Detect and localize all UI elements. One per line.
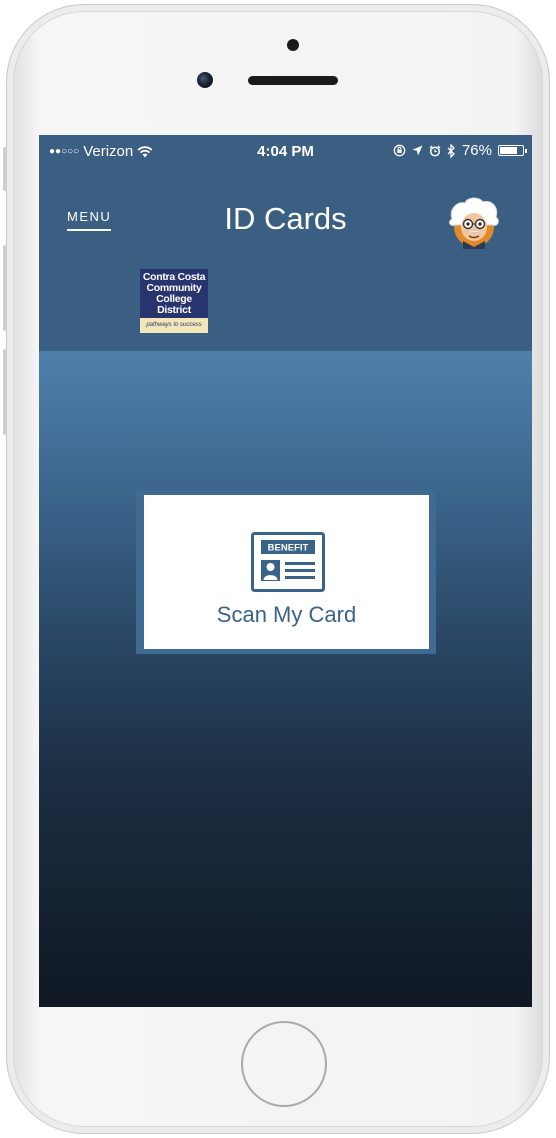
status-right: 76% [393, 142, 527, 159]
app-header: ●●○○○ Verizon 4:04 PM 76% MENU ID Cards … [39, 135, 532, 351]
college-district-logo: Contra Costa Community College District … [140, 269, 208, 333]
einstein-avatar-icon[interactable] [443, 193, 505, 249]
battery-icon [498, 145, 527, 156]
battery-tip [525, 149, 527, 153]
battery-percent: 76% [461, 142, 492, 159]
main-content: BENEFIT Scan My Card [39, 351, 532, 1007]
scan-my-card-button[interactable]: BENEFIT Scan My Card [136, 490, 436, 654]
home-button[interactable] [241, 1021, 327, 1107]
earpiece-speaker [248, 76, 338, 85]
status-bar: ●●○○○ Verizon 4:04 PM 76% [39, 135, 532, 167]
front-camera [197, 72, 213, 88]
scan-card-panel: BENEFIT Scan My Card [144, 495, 429, 649]
mute-switch [3, 147, 7, 191]
benefit-id-card-icon: BENEFIT [251, 532, 325, 592]
phone-screen: ●●○○○ Verizon 4:04 PM 76% MENU ID Cards … [39, 135, 532, 1007]
volume-up-button [3, 245, 7, 331]
bluetooth-icon [447, 143, 455, 158]
orientation-lock-icon [393, 144, 406, 157]
logo-line-3: College District [156, 293, 192, 316]
location-arrow-icon [412, 145, 423, 156]
benefit-badge-text: BENEFIT [268, 543, 309, 554]
logo-tagline: pathways to success [140, 318, 208, 333]
battery-level [500, 147, 517, 154]
logo-text: Contra Costa Community College District [140, 269, 208, 316]
alarm-clock-icon [429, 145, 441, 157]
proximity-sensor [287, 39, 299, 51]
volume-down-button [3, 349, 7, 435]
scan-my-card-label: Scan My Card [216, 602, 357, 627]
